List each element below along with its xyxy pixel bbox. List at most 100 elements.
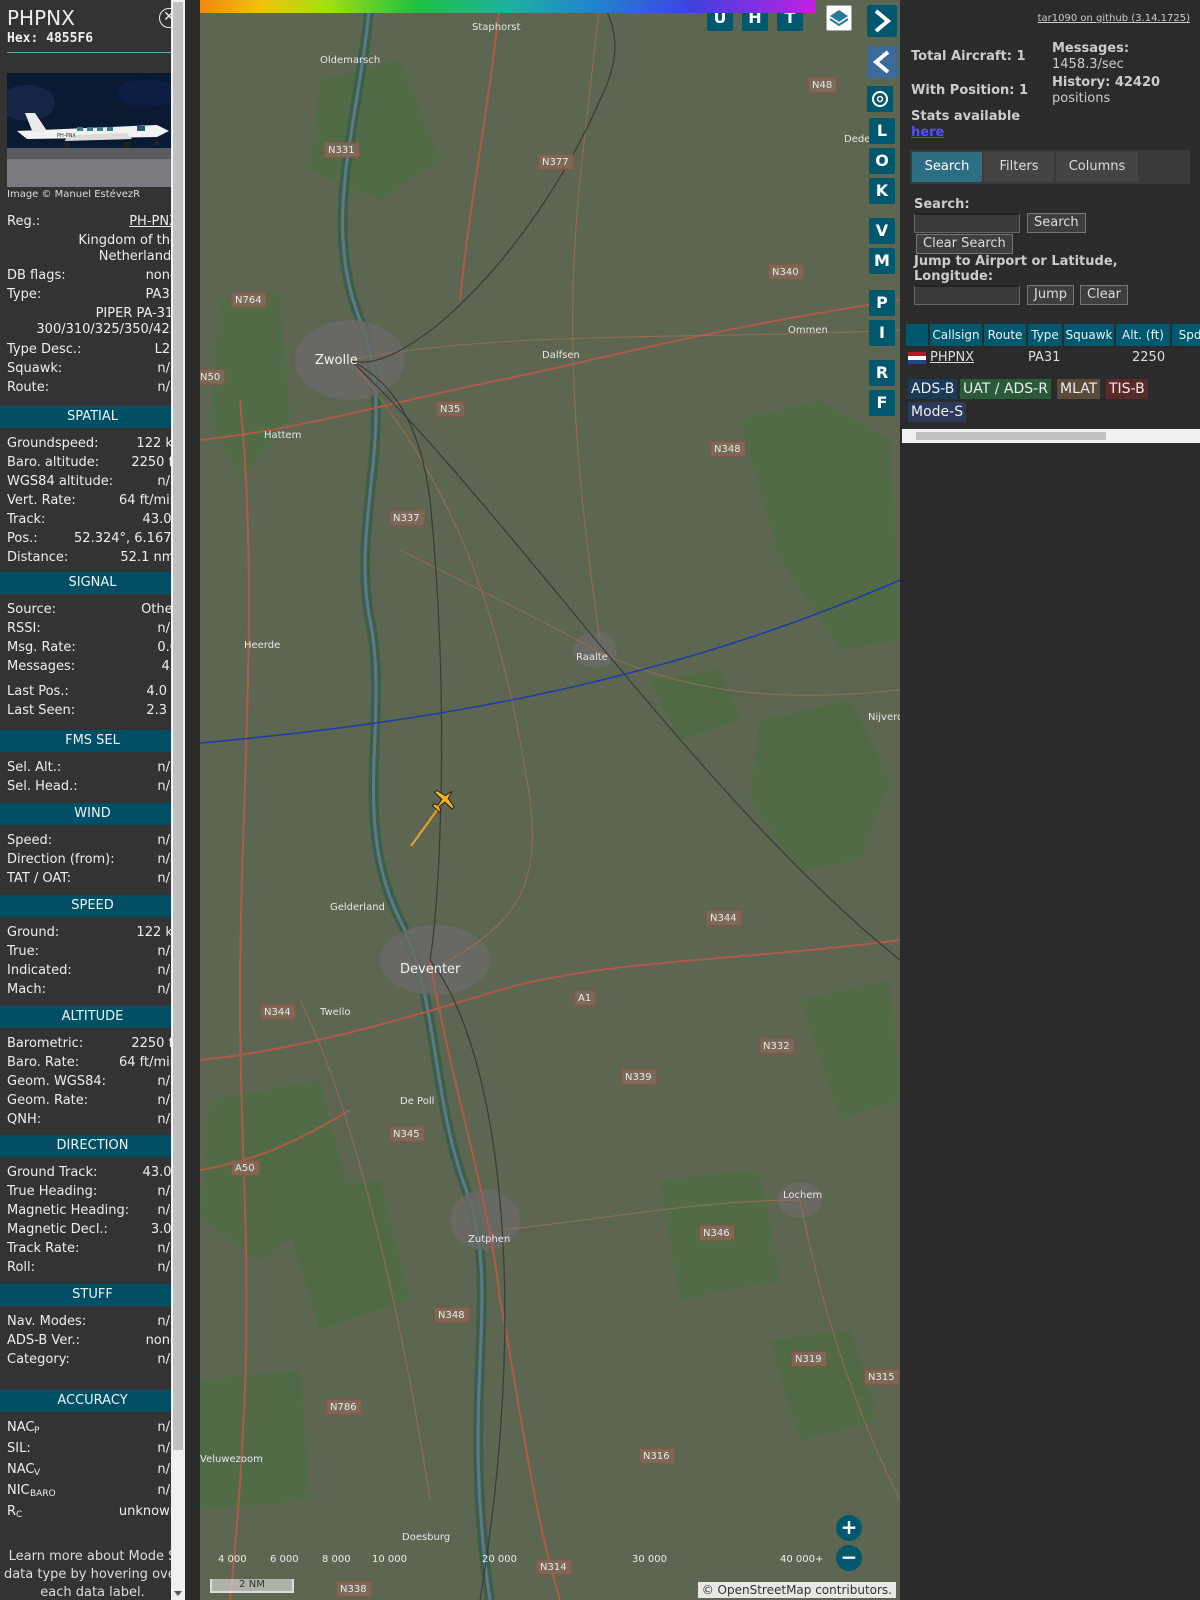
svg-text:N345: N345 xyxy=(393,1129,420,1140)
info-label[interactable]: R xyxy=(7,1504,16,1519)
search-input[interactable] xyxy=(914,213,1020,233)
scroll-down-arrow[interactable] xyxy=(174,1591,182,1596)
info-label[interactable]: Baro. altitude: xyxy=(7,455,99,470)
info-label[interactable]: Pos.: xyxy=(7,531,38,546)
table-horizontal-scrollbar[interactable] xyxy=(902,429,1200,443)
table-header-speed[interactable]: Spd. xyxy=(1172,324,1200,346)
table-row-type[interactable]: PA31 xyxy=(1028,348,1060,368)
info-row-altitude: Barometric: 2250 ft xyxy=(7,1036,178,1054)
map-button-k[interactable]: K xyxy=(869,178,895,204)
table-row-altitude[interactable]: 2250 xyxy=(1132,348,1165,368)
info-label[interactable]: Track: xyxy=(7,512,45,527)
table-header-squawk[interactable]: Squawk xyxy=(1064,324,1114,346)
table-header-flag[interactable] xyxy=(906,324,928,346)
info-label[interactable]: Msg. Rate: xyxy=(7,640,76,655)
table-header-route[interactable]: Route xyxy=(984,324,1026,346)
info-label[interactable]: Messages: xyxy=(7,659,75,674)
source-badge-adsb: ADS-B xyxy=(908,379,958,399)
info-label[interactable]: Groundspeed: xyxy=(7,436,98,451)
aircraft-photo[interactable]: PH-PNX xyxy=(7,73,178,187)
info-label[interactable]: RSSI: xyxy=(7,621,41,636)
layers-icon[interactable] xyxy=(826,5,852,31)
stats-here-link[interactable]: here xyxy=(911,125,944,140)
info-label[interactable]: Category: xyxy=(7,1352,70,1367)
collapse-left-icon[interactable] xyxy=(867,46,897,78)
map-attribution[interactable]: © OpenStreetMap contributors. xyxy=(697,1582,896,1598)
info-label-sub: BARO xyxy=(30,1489,56,1499)
info-row-signal: RSSI: n/a xyxy=(7,621,178,639)
info-label[interactable]: Track Rate: xyxy=(7,1241,79,1256)
map-button-r[interactable]: R xyxy=(869,360,895,386)
info-label[interactable]: Mach: xyxy=(7,982,46,997)
info-label[interactable]: Indicated: xyxy=(7,963,72,978)
info-label[interactable]: Direction (from): xyxy=(7,852,115,867)
info-label[interactable]: WGS84 altitude: xyxy=(7,474,113,489)
info-label[interactable]: Last Seen: xyxy=(7,703,75,718)
map-button-l[interactable]: L xyxy=(869,118,895,144)
info-label[interactable]: Magnetic Heading: xyxy=(7,1203,129,1218)
info-label[interactable]: Ground Track: xyxy=(7,1165,97,1180)
map-canvas: Zwolle Deventer Staphorst Dalfsen Ommen Hatte… xyxy=(200,0,900,1600)
info-label[interactable]: Sel. Alt.: xyxy=(7,760,61,775)
info-route: Route: n/a xyxy=(7,380,178,395)
info-label[interactable]: True Heading: xyxy=(7,1184,97,1199)
info-label[interactable]: Sel. Head.: xyxy=(7,779,78,794)
left-panel-scrollbar[interactable] xyxy=(171,0,185,1600)
aircraft-marker[interactable] xyxy=(427,783,461,817)
info-value: 64 ft/min xyxy=(118,493,178,508)
zoom-out-button[interactable]: − xyxy=(836,1545,862,1571)
info-label[interactable]: Distance: xyxy=(7,550,68,565)
info-label[interactable]: SIL: xyxy=(7,1441,31,1456)
tab-columns[interactable]: Columns xyxy=(1056,152,1138,182)
alt-legend-label: 8 000 xyxy=(322,1554,351,1565)
svg-text:N331: N331 xyxy=(328,145,355,156)
tab-filters[interactable]: Filters xyxy=(984,152,1054,182)
map-button-i[interactable]: I xyxy=(869,320,895,346)
table-header-callsign[interactable]: Callsign xyxy=(930,324,982,346)
scroll-thumb[interactable] xyxy=(173,2,183,1450)
map-button-f[interactable]: F xyxy=(869,390,895,416)
jump-button[interactable]: Jump xyxy=(1027,285,1074,305)
info-label[interactable]: NAC xyxy=(7,1420,34,1435)
info-label[interactable]: Source: xyxy=(7,602,56,617)
info-row-speed: True: n/a xyxy=(7,944,178,962)
info-label[interactable]: Barometric: xyxy=(7,1036,83,1051)
map-view[interactable]: Zwolle Deventer Staphorst Dalfsen Ommen Hatte… xyxy=(200,0,900,1600)
map-button-m[interactable]: M xyxy=(869,248,895,274)
info-label[interactable]: Magnetic Decl.: xyxy=(7,1222,108,1237)
zoom-in-button[interactable]: + xyxy=(836,1515,862,1541)
info-label[interactable]: Nav. Modes: xyxy=(7,1314,86,1329)
map-button-v[interactable]: V xyxy=(869,218,895,244)
info-label[interactable]: ADS-B Ver.: xyxy=(7,1333,80,1348)
info-label[interactable]: NIC xyxy=(7,1483,30,1498)
info-row-signal: Source: Other xyxy=(7,602,178,620)
clear-jump-button[interactable]: Clear xyxy=(1080,285,1128,305)
info-label[interactable]: Geom. WGS84: xyxy=(7,1074,106,1089)
info-label[interactable]: Last Pos.: xyxy=(7,684,69,699)
map-place-label: Dalfsen xyxy=(542,350,580,361)
map-button-p[interactable]: P xyxy=(869,290,895,316)
collapse-right-icon[interactable] xyxy=(867,5,897,37)
info-label[interactable]: Baro. Rate: xyxy=(7,1055,79,1070)
table-header-altitude[interactable]: Alt. (ft) xyxy=(1116,324,1170,346)
jump-input[interactable] xyxy=(914,285,1020,305)
info-label[interactable]: NAC xyxy=(7,1462,34,1477)
settings-gear-icon[interactable] xyxy=(867,86,893,112)
info-label[interactable]: Speed: xyxy=(7,833,52,848)
info-label[interactable]: Vert. Rate: xyxy=(7,493,76,508)
map-road-label: N338 xyxy=(336,1581,372,1597)
info-label[interactable]: Roll: xyxy=(7,1260,35,1275)
tab-search[interactable]: Search xyxy=(912,152,982,182)
search-button[interactable]: Search xyxy=(1027,213,1086,233)
info-label[interactable]: Ground: xyxy=(7,925,59,940)
info-label[interactable]: Geom. Rate: xyxy=(7,1093,88,1108)
github-link[interactable]: tar1090 on github (3.14.1725) xyxy=(1038,13,1190,24)
info-label[interactable]: TAT / OAT: xyxy=(7,871,71,886)
table-header-type[interactable]: Type xyxy=(1028,324,1062,346)
map-button-o[interactable]: O xyxy=(869,148,895,174)
table-row-callsign[interactable]: PHPNX xyxy=(930,348,974,368)
info-label[interactable]: QNH: xyxy=(7,1112,41,1127)
info-label[interactable]: True: xyxy=(7,944,39,959)
source-badge-uat: UAT / ADS-R xyxy=(960,379,1051,399)
clear-search-button[interactable]: Clear Search xyxy=(916,234,1013,254)
